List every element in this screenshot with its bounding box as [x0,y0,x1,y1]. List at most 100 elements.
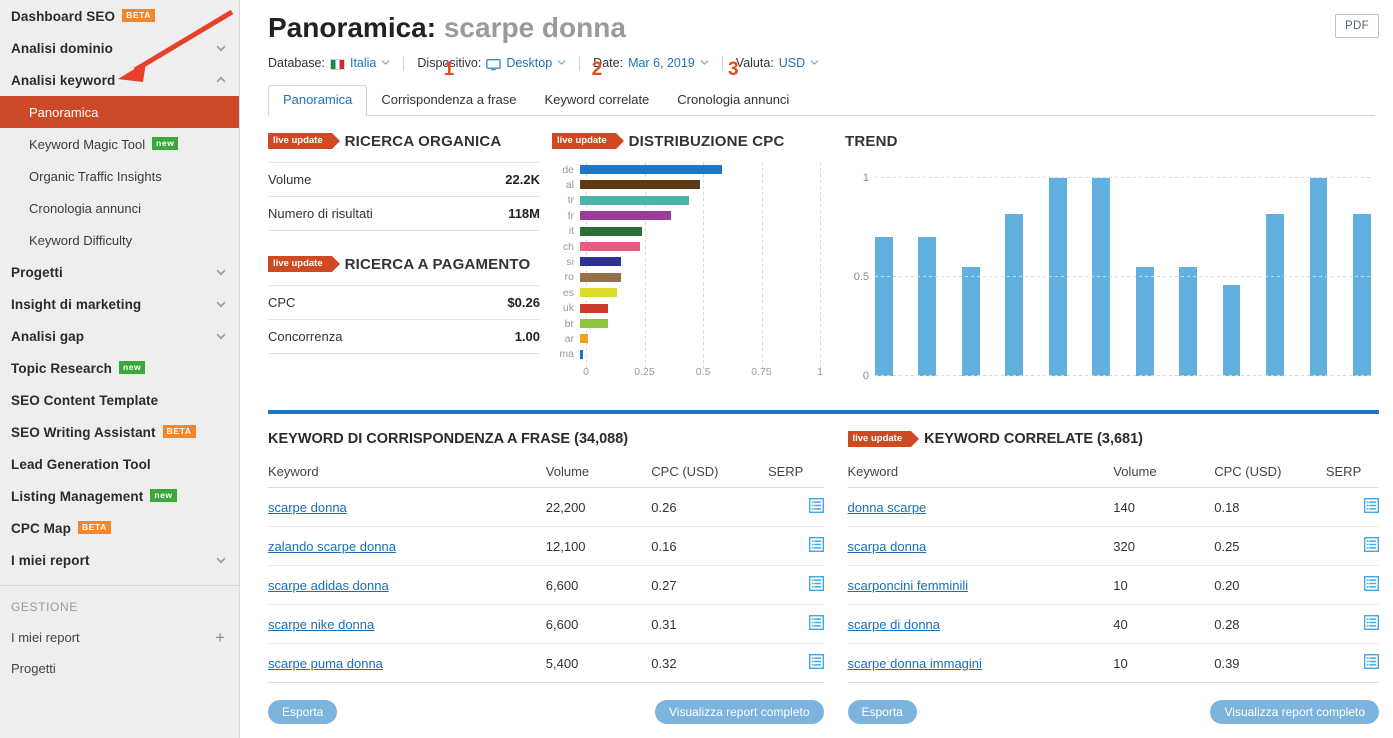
filter-label: Database: [268,56,325,70]
column-header-cpc[interactable]: CPC (USD) [651,464,768,488]
keyword-link[interactable]: donna scarpe [848,500,927,515]
cpc-bar-track [580,177,820,192]
gridline [875,177,1371,178]
sidebar-item-analisi-keyword[interactable]: Analisi keyword [0,64,239,96]
sidebar-item-cpc-map[interactable]: CPC Map BETA [0,512,239,544]
keyword-link[interactable]: scarpa donna [848,539,927,554]
sidebar-item-label: Topic Research [11,360,112,376]
cpc-bar [580,241,640,251]
trend-bar [1353,213,1371,376]
keyword-cell: scarpe puma donna [268,643,546,683]
keyword-link[interactable]: scarpe puma donna [268,656,383,671]
paid-search-header: live update RICERCA A PAGAMENTO [268,253,540,275]
sidebar-item-keyword-difficulty[interactable]: Keyword Difficulty [0,224,239,256]
serp-icon[interactable] [1364,537,1379,555]
column-header-keyword[interactable]: Keyword [268,464,546,488]
sidebar-item-analisi-dominio[interactable]: Analisi dominio [0,32,239,64]
cpc-bar [580,165,722,174]
keyword-cell: scarpe adidas donna [268,565,546,605]
keyword-tables-row: KEYWORD DI CORRISPONDENZA A FRASE (34,08… [240,414,1393,724]
plus-icon[interactable]: + [215,629,225,646]
column-header-keyword[interactable]: Keyword [847,464,1114,488]
cpc-cell: 0.32 [651,643,768,683]
serp-icon[interactable] [1364,615,1379,633]
page-title-keyword: scarpe donna [443,12,626,43]
serp-cell [767,487,824,527]
chevron-down-icon [557,59,566,68]
sidebar-item-topic-research[interactable]: Topic Research new [0,352,239,384]
sidebar-item-i-miei-report[interactable]: I miei report [0,544,239,576]
sidebar-item-label: Progetti [11,264,63,280]
keyword-link[interactable]: scarponcini femminili [848,578,969,593]
sidebar-manage-item-i-miei-report[interactable]: I miei report + [0,622,239,653]
sidebar-item-analisi-gap[interactable]: Analisi gap [0,320,239,352]
tab-corrispondenza-a-frase[interactable]: 1 Corrispondenza a frase [367,60,530,115]
filter-database[interactable]: Database: Italia [268,56,390,70]
trend-chart-bars [875,178,1371,376]
chevron-down-icon [215,554,226,565]
tab-cronologia-annunci[interactable]: 3 Cronologia annunci [663,60,803,115]
serp-icon[interactable] [808,576,824,594]
tab-panoramica[interactable]: Panoramica [268,85,368,116]
column-header-cpc[interactable]: CPC (USD) [1214,464,1326,488]
filter-device[interactable]: Dispositivo: Desktop [417,56,566,71]
keyword-link[interactable]: scarpe nike donna [268,617,374,632]
view-full-report-button[interactable]: Visualizza report completo [1210,700,1379,724]
column-header-volume[interactable]: Volume [545,464,652,488]
sidebar-item-keyword-magic-tool[interactable]: Keyword Magic Tool new [0,128,239,160]
beta-badge: BETA [122,8,155,22]
sidebar-item-cronologia-annunci[interactable]: Cronologia annunci [0,192,239,224]
column-header-serp[interactable]: SERP [767,464,824,488]
sidebar-item-listing-management[interactable]: Listing Management new [0,480,239,512]
filter-currency[interactable]: Valuta: USD [736,56,819,70]
sidebar-item-dashboard-seo[interactable]: Dashboard SEO BETA [0,0,239,32]
export-button[interactable]: Esporta [268,700,338,724]
trend-bar [1266,213,1284,376]
sidebar-item-label: SEO Content Template [11,392,159,408]
cpc-distribution-widget: live update DISTRIBUZIONE CPC de al tr fr it… [540,130,825,394]
cpc-bar-track [580,331,820,346]
keyword-link[interactable]: scarpe adidas donna [268,578,389,593]
serp-icon[interactable] [1364,654,1379,672]
related-keywords-panel: live update KEYWORD CORRELATE (3,681) Ke… [824,428,1379,724]
sidebar-section-label: GESTIONE [11,600,78,614]
serp-icon[interactable] [1364,498,1379,516]
keyword-link[interactable]: zalando scarpe donna [268,539,396,554]
sidebar-manage-item-progetti[interactable]: Progetti [0,653,239,684]
sidebar-item-seo-content-template[interactable]: SEO Content Template [0,384,239,416]
beta-badge: BETA [77,520,111,534]
sidebar-item-insight-di-marketing[interactable]: Insight di marketing [0,288,239,320]
sidebar-item-progetti[interactable]: Progetti [0,256,239,288]
filter-separator [721,55,723,71]
column-header-serp[interactable]: SERP [1325,464,1379,488]
serp-cell [767,565,824,605]
sidebar-item-seo-writing-assistant[interactable]: SEO Writing Assistant BETA [0,416,239,448]
new-badge: new [118,360,146,374]
keyword-link[interactable]: scarpe di donna [848,617,941,632]
table-row: scarpe donna 22,200 0.26 [268,487,824,527]
sidebar-item-organic-traffic-insights[interactable]: Organic Traffic Insights [0,160,239,192]
annotation-number-1: 1 [443,59,455,80]
serp-icon[interactable] [1364,576,1379,594]
sidebar-item-label: Panoramica [29,104,99,120]
column-header-volume[interactable]: Volume [1113,464,1215,488]
serp-icon[interactable] [808,498,824,516]
pdf-button[interactable]: PDF [1335,14,1379,38]
sidebar-item-lead-generation-tool[interactable]: Lead Generation Tool [0,448,239,480]
serp-icon[interactable] [808,654,824,672]
tab-keyword-correlate[interactable]: 2 Keyword correlate [531,60,664,115]
cpc-cell: 0.39 [1214,643,1326,683]
keyword-link[interactable]: scarpe donna immagini [848,656,982,671]
filter-date[interactable]: Date: Mar 6, 2019 [593,56,709,70]
axis-tick-label: 0.75 [751,366,772,379]
trend-chart-plot [875,177,1371,376]
volume-cell: 12,100 [545,526,652,566]
view-full-report-button[interactable]: Visualizza report completo [654,700,824,724]
serp-icon[interactable] [808,537,824,555]
keyword-link[interactable]: scarpe donna [268,500,347,515]
sidebar-item-panoramica[interactable]: Panoramica [0,96,239,128]
chevron-up-icon [215,74,226,85]
export-button[interactable]: Esporta [847,700,917,724]
cpc-bar-label: ro [564,271,574,284]
serp-icon[interactable] [808,615,824,633]
